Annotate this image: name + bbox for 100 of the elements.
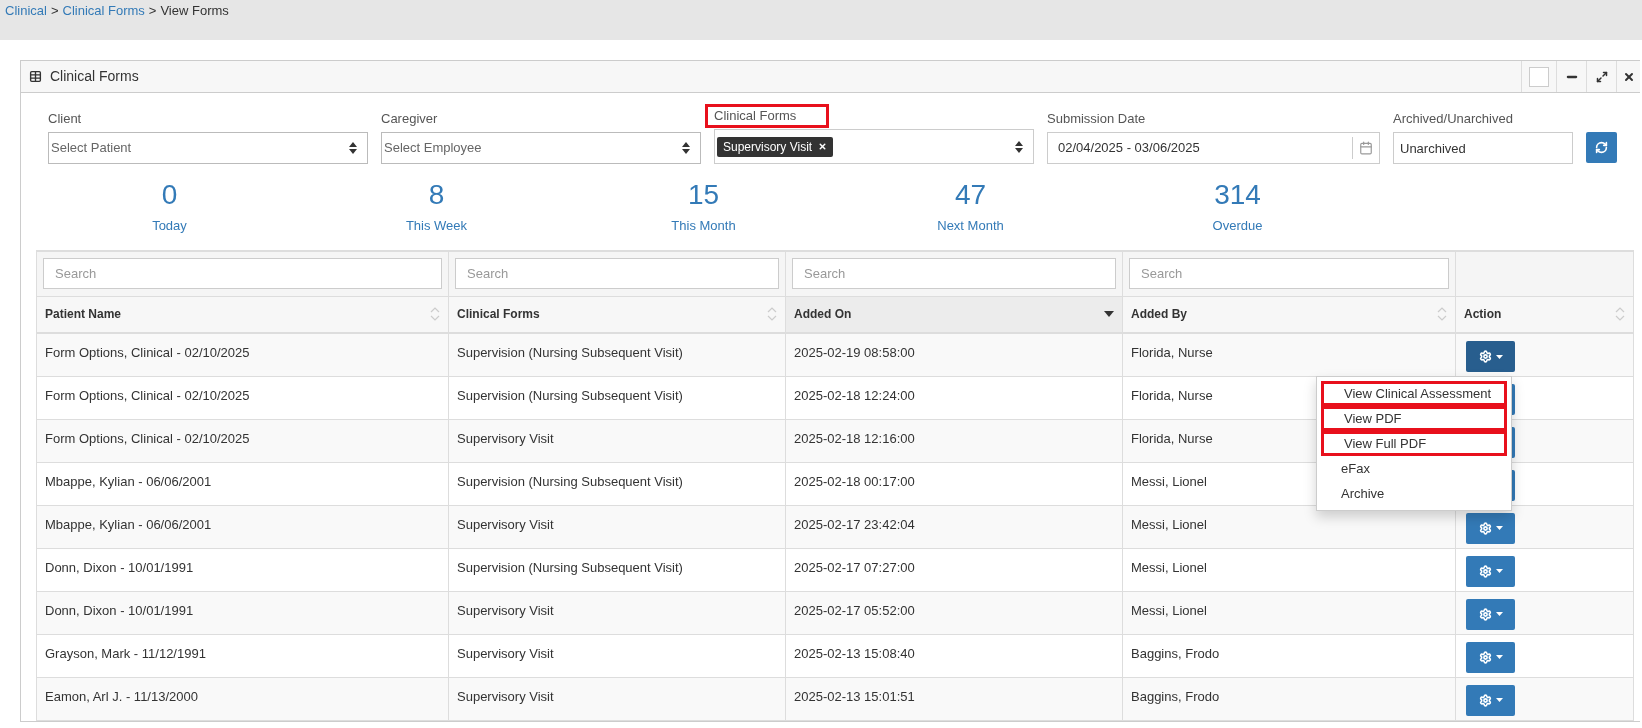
stat-label[interactable]: Next Month <box>937 216 1004 236</box>
up-down-caret-icon <box>1015 140 1023 153</box>
stat-count[interactable]: 314 <box>1214 178 1261 212</box>
action-button[interactable] <box>1466 512 1515 544</box>
caret-icon <box>1495 569 1503 573</box>
gear-icon <box>1478 564 1492 578</box>
breadcrumb-separator: > <box>148 2 157 20</box>
table-cell: Form Options, Clinical - 02/10/2025 <box>36 333 449 376</box>
table-cell: 2025-02-18 12:24:00 <box>785 376 1123 419</box>
filter-label: Client <box>48 110 82 128</box>
table-cell: Supervisory Visit <box>448 505 786 548</box>
calendar-icon[interactable] <box>1359 141 1373 155</box>
multi-select-field[interactable]: Supervisory Visit <box>714 129 1034 164</box>
table-cell: 2025-02-13 15:01:51 <box>785 677 1123 720</box>
header-cell[interactable]: Clinical Forms <box>448 296 786 333</box>
table-cell: Supervisory Visit <box>448 419 786 462</box>
gear-icon <box>1478 650 1492 664</box>
stat-count[interactable]: 8 <box>428 178 445 212</box>
stat-label[interactable]: This Week <box>405 216 468 236</box>
search-field[interactable]: Search <box>1129 258 1449 290</box>
caret-icon <box>1495 612 1503 616</box>
breadcrumb-separator: > <box>50 2 59 20</box>
table-cell: 2025-02-17 05:52:00 <box>785 591 1123 634</box>
search-field[interactable]: Search <box>792 258 1116 290</box>
table-cell: Messi, Lionel <box>1122 591 1456 634</box>
table-cell: 2025-02-17 23:42:04 <box>785 505 1123 548</box>
table-cell: 2025-02-19 08:58:00 <box>785 333 1123 376</box>
table-cell: Donn, Dixon - 10/01/1991 <box>36 591 449 634</box>
search-field[interactable]: Search <box>455 258 779 290</box>
table-cell: Supervision (Nursing Subsequent Visit) <box>448 376 786 419</box>
breadcrumb-link[interactable]: Clinical <box>5 1 47 21</box>
table-cell: Baggins, Frodo <box>1122 634 1456 677</box>
filter-label: Caregiver <box>381 110 438 128</box>
table-cell: Supervisory Visit <box>448 634 786 677</box>
column-title: Clinical Forms <box>457 306 540 324</box>
caret-icon <box>1495 354 1503 359</box>
menu-item[interactable]: View PDF <box>1321 406 1507 431</box>
gear-icon <box>1478 693 1492 707</box>
select-field[interactable]: Select Employee <box>381 132 701 164</box>
remove-icon[interactable] <box>818 142 828 151</box>
table-cell: Mbappe, Kylian - 06/06/2001 <box>36 462 449 505</box>
table-cell: 2025-02-13 15:08:40 <box>785 634 1123 677</box>
table-cell: 2025-02-17 07:27:00 <box>785 548 1123 591</box>
search-field[interactable]: Search <box>43 258 442 290</box>
sort-descending-icon[interactable] <box>1104 311 1114 318</box>
table-cell: 2025-02-18 12:16:00 <box>785 419 1123 462</box>
close-icon <box>1622 70 1635 83</box>
table-cell: Supervisory Visit <box>448 677 786 720</box>
refresh-icon <box>1595 141 1608 154</box>
tag-label: Supervisory Visit <box>723 138 813 156</box>
column-title: Action <box>1464 306 1502 324</box>
header-cell[interactable]: Patient Name <box>36 296 449 333</box>
refresh-button[interactable] <box>1586 132 1617 163</box>
menu-item[interactable]: View Full PDF <box>1321 431 1507 456</box>
action-button[interactable] <box>1466 598 1515 630</box>
date-range-field[interactable]: 02/04/2025 - 03/06/2025 <box>1047 132 1380 164</box>
filter-label: Archived/Unarchived <box>1393 110 1513 128</box>
menu-item[interactable]: eFax <box>1321 456 1507 481</box>
table-cell: Supervision (Nursing Subsequent Visit) <box>448 548 786 591</box>
filter-label: Clinical Forms <box>708 107 827 125</box>
table-cell: Supervision (Nursing Subsequent Visit) <box>448 333 786 376</box>
stat-label[interactable]: This Month <box>671 216 736 236</box>
caret-icon <box>1495 526 1503 530</box>
up-down-caret-icon <box>349 142 357 154</box>
table-cell: Mbappe, Kylian - 06/06/2001 <box>36 505 449 548</box>
table-icon <box>29 70 42 83</box>
action-button[interactable] <box>1466 341 1515 372</box>
gear-icon <box>1478 607 1492 621</box>
select-field[interactable]: Select Patient <box>48 132 368 164</box>
stat-label[interactable]: Overdue <box>1212 216 1263 236</box>
column-title: Added By <box>1131 306 1187 324</box>
text-field[interactable]: Unarchived <box>1393 132 1573 164</box>
stat-label[interactable]: Today <box>152 216 187 236</box>
stat-count[interactable]: 15 <box>687 178 720 212</box>
menu-item[interactable]: Archive <box>1321 481 1507 506</box>
header-cell[interactable]: Added On <box>785 296 1123 333</box>
breadcrumb-current: View Forms <box>160 2 229 20</box>
table-cell: Supervision (Nursing Subsequent Visit) <box>448 462 786 505</box>
table-cell: Messi, Lionel <box>1122 548 1456 591</box>
caret-icon <box>1495 698 1503 702</box>
action-button[interactable] <box>1466 684 1515 716</box>
table-cell: Supervisory Visit <box>448 591 786 634</box>
header-cell[interactable]: Action <box>1455 296 1634 333</box>
action-button[interactable] <box>1466 555 1515 587</box>
stat-count[interactable]: 0 <box>161 178 178 212</box>
gear-icon <box>1478 521 1492 535</box>
table-cell: Baggins, Frodo <box>1122 677 1456 720</box>
up-down-caret-icon <box>682 142 690 154</box>
breadcrumb-link[interactable]: Clinical Forms <box>62 1 145 21</box>
menu-item[interactable]: View Clinical Assessment <box>1321 381 1507 406</box>
gear-icon <box>1478 350 1492 363</box>
panel-title: Clinical Forms <box>50 67 139 86</box>
stat-count[interactable]: 47 <box>954 178 987 212</box>
table-cell: Form Options, Clinical - 02/10/2025 <box>36 376 449 419</box>
table-cell: 2025-02-18 00:17:00 <box>785 462 1123 505</box>
header-cell[interactable]: Added By <box>1122 296 1456 333</box>
action-button[interactable] <box>1466 641 1515 673</box>
column-title: Added On <box>794 306 852 324</box>
table-cell: Eamon, Arl J. - 11/13/2000 <box>36 677 449 720</box>
caret-icon <box>1495 655 1503 659</box>
